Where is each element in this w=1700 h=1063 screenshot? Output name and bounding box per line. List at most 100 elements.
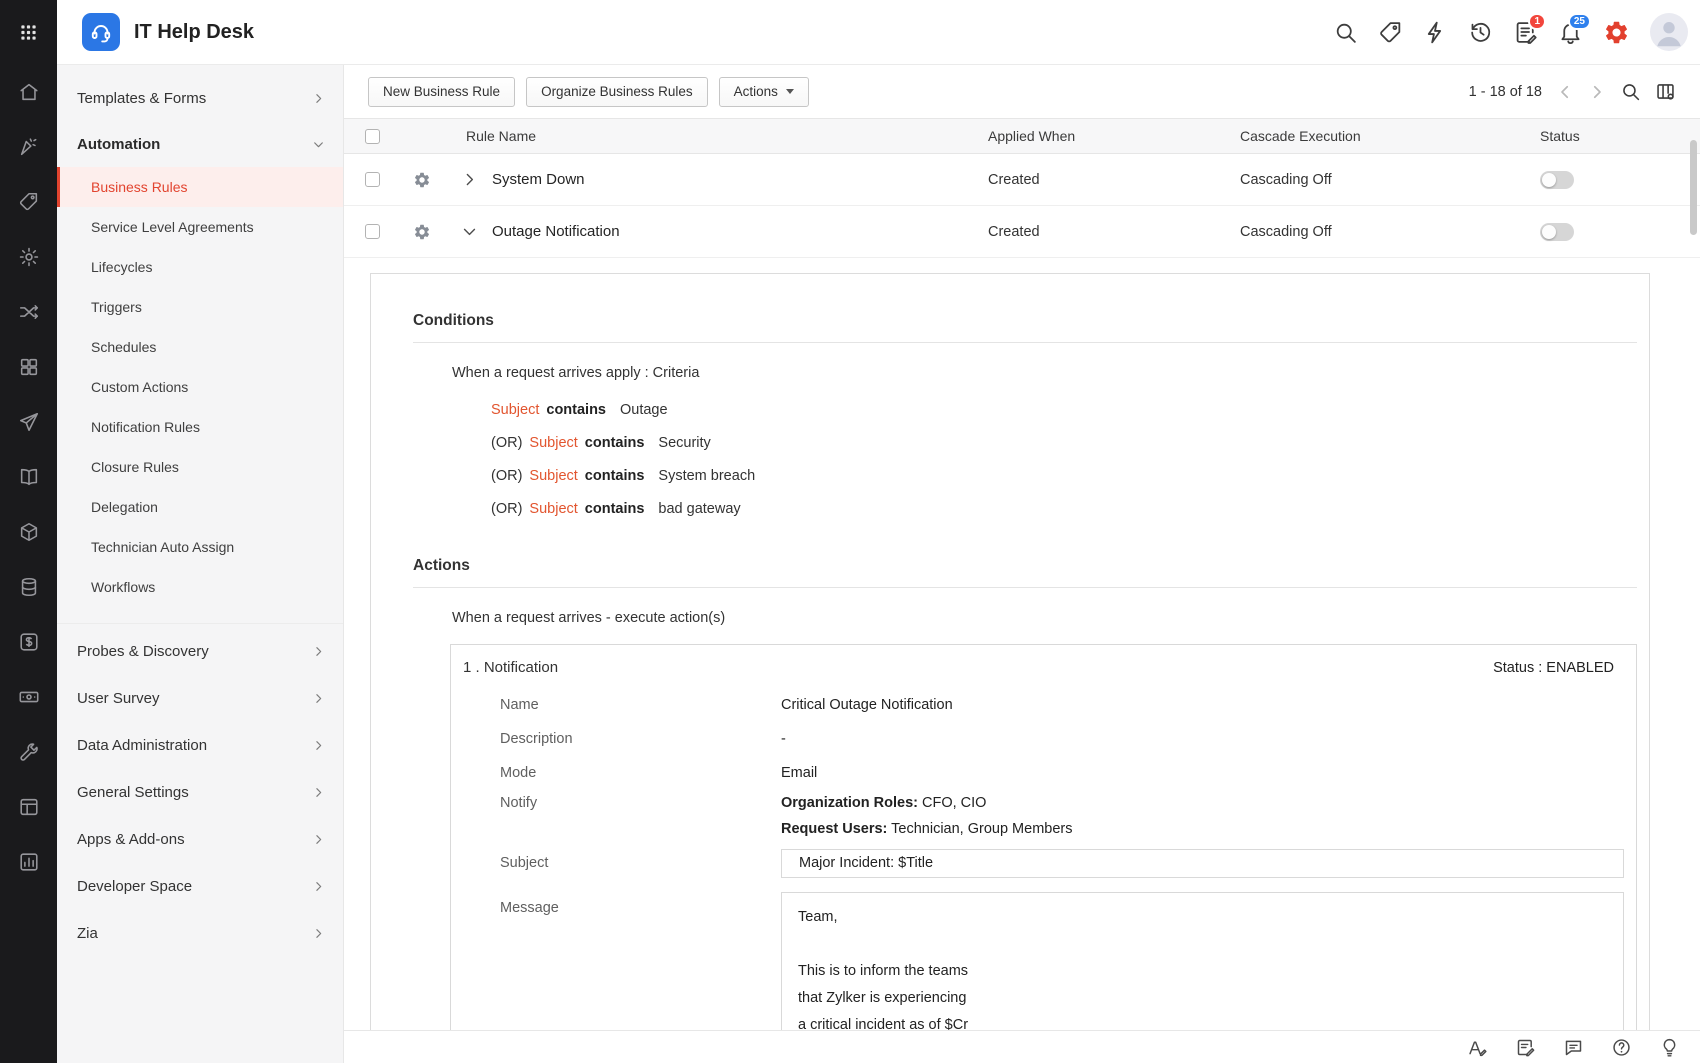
- notification-name-value: Critical Outage Notification: [781, 697, 1624, 713]
- sidebar-item-lifecycles[interactable]: Lifecycles: [57, 247, 343, 287]
- divider: [413, 587, 1637, 588]
- prev-page-icon[interactable]: [1556, 83, 1574, 101]
- help-icon[interactable]: [1611, 1037, 1632, 1058]
- user-avatar[interactable]: [1650, 13, 1688, 51]
- actions-dropdown-button[interactable]: Actions: [719, 77, 809, 107]
- database-icon[interactable]: [18, 576, 40, 598]
- conditions-intro: When a request arrives apply : Criteria: [413, 365, 1637, 381]
- sidebar-item-developer-space[interactable]: Developer Space: [57, 863, 343, 910]
- applied-when-value: Created: [984, 224, 1236, 240]
- automation-gear-icon[interactable]: [18, 246, 40, 268]
- recent-history-icon[interactable]: [1468, 20, 1493, 45]
- sidebar-item-general-settings[interactable]: General Settings: [57, 769, 343, 816]
- announcements-script-icon[interactable]: 1: [1513, 20, 1538, 45]
- criteria-operator: contains: [585, 435, 645, 451]
- sidebar-item-service-level-agreements[interactable]: Service Level Agreements: [57, 207, 343, 247]
- rule-name[interactable]: System Down: [484, 171, 984, 188]
- sidebar-item-workflows[interactable]: Workflows: [57, 567, 343, 607]
- sidebar-item-schedules[interactable]: Schedules: [57, 327, 343, 367]
- header-cascade-execution: Cascade Execution: [1236, 128, 1536, 144]
- select-all-checkbox[interactable]: [365, 129, 380, 144]
- toolbar-right: 1 - 18 of 18: [1469, 81, 1676, 102]
- sidebar-item-custom-actions[interactable]: Custom Actions: [57, 367, 343, 407]
- row-gear-icon[interactable]: [413, 223, 431, 241]
- next-page-icon[interactable]: [1588, 83, 1606, 101]
- feedback-chat-icon[interactable]: [1563, 1037, 1584, 1058]
- sidebar-item-probes-discovery[interactable]: Probes & Discovery: [57, 628, 343, 675]
- settings-gear-icon[interactable]: [1603, 19, 1630, 46]
- compose-note-icon[interactable]: [1515, 1037, 1536, 1058]
- sidebar-item-data-administration[interactable]: Data Administration: [57, 722, 343, 769]
- divider: [413, 342, 1637, 343]
- announcements-badge: 1: [1528, 13, 1546, 30]
- sidebar-item-apps-addons[interactable]: Apps & Add-ons: [57, 816, 343, 863]
- sidebar-item-closure-rules[interactable]: Closure Rules: [57, 447, 343, 487]
- conditions-heading: Conditions: [413, 274, 1637, 330]
- rule-detail-panel: Conditions When a request arrives apply …: [370, 273, 1650, 1063]
- whats-new-tag-icon[interactable]: [1378, 20, 1403, 45]
- notifications-bell-icon[interactable]: 25: [1558, 20, 1583, 45]
- list-search-icon[interactable]: [1620, 81, 1641, 102]
- cashflow-icon[interactable]: [18, 686, 40, 708]
- sidebar-item-zia[interactable]: Zia: [57, 910, 343, 957]
- rule-name[interactable]: Outage Notification: [484, 223, 984, 240]
- sidebar-item-templates-forms[interactable]: Templates & Forms: [57, 75, 343, 121]
- launch-plane-icon[interactable]: [18, 411, 40, 433]
- vertical-scrollbar-thumb[interactable]: [1690, 140, 1697, 235]
- app-logo-headset-icon[interactable]: [82, 13, 120, 51]
- criteria-list: Subject contains Outage (OR) Subject con…: [413, 393, 1637, 525]
- row-gear-icon[interactable]: [413, 171, 431, 189]
- tools-wrench-icon[interactable]: [18, 741, 40, 763]
- status-toggle-off[interactable]: [1540, 171, 1574, 189]
- new-business-rule-button[interactable]: New Business Rule: [368, 77, 515, 107]
- cascade-value: Cascading Off: [1236, 224, 1536, 240]
- quick-actions-lightning-icon[interactable]: [1423, 20, 1448, 45]
- chevron-right-icon: [312, 880, 325, 893]
- integrations-shuffle-icon[interactable]: [18, 301, 40, 323]
- expand-chevron-right-icon[interactable]: [461, 171, 478, 188]
- tags-icon[interactable]: [18, 191, 40, 213]
- sidebar-item-automation[interactable]: Automation: [57, 121, 343, 167]
- actions-intro: When a request arrives - execute action(…: [413, 610, 1637, 626]
- knowledge-book-icon[interactable]: [18, 466, 40, 488]
- bottom-utility-bar: [344, 1030, 1700, 1063]
- sidebar-item-technician-auto-assign[interactable]: Technician Auto Assign: [57, 527, 343, 567]
- sidebar-item-business-rules[interactable]: Business Rules: [57, 167, 343, 207]
- field-row-notify: Notify Organization Roles: CFO, CIO Requ…: [463, 790, 1624, 842]
- criteria-value: System breach: [658, 468, 755, 484]
- notify-roles-line: Organization Roles: CFO, CIO: [781, 790, 1624, 816]
- customization-icon[interactable]: [18, 136, 40, 158]
- layout-board-icon[interactable]: [18, 796, 40, 818]
- sidebar-item-triggers[interactable]: Triggers: [57, 287, 343, 327]
- column-chooser-icon[interactable]: [1655, 81, 1676, 102]
- status-toggle-off[interactable]: [1540, 223, 1574, 241]
- notifications-badge: 25: [1568, 13, 1591, 30]
- sidebar-item-notification-rules[interactable]: Notification Rules: [57, 407, 343, 447]
- notification-status: Status : ENABLED: [1493, 660, 1624, 676]
- criteria-field: Subject: [529, 468, 577, 484]
- sidebar-item-user-survey[interactable]: User Survey: [57, 675, 343, 722]
- translate-edit-icon[interactable]: [1467, 1037, 1488, 1058]
- header-applied-when: Applied When: [984, 128, 1236, 144]
- home-icon[interactable]: [18, 81, 40, 103]
- search-icon[interactable]: [1333, 20, 1358, 45]
- collapse-chevron-down-icon[interactable]: [461, 223, 478, 240]
- chevron-right-icon: [312, 833, 325, 846]
- criteria-row: (OR) Subject contains bad gateway: [491, 492, 1637, 525]
- smart-bulb-icon[interactable]: [1659, 1037, 1680, 1058]
- criteria-operator: contains: [585, 468, 645, 484]
- topbar-actions: 1 25: [1333, 13, 1700, 51]
- modules-grid-icon[interactable]: [18, 356, 40, 378]
- row-checkbox[interactable]: [365, 224, 380, 239]
- subject-field: Major Incident: $Title: [781, 849, 1624, 878]
- chevron-down-icon: [312, 138, 325, 151]
- billing-dollar-icon[interactable]: [18, 631, 40, 653]
- criteria-value: Security: [658, 435, 710, 451]
- package-box-icon[interactable]: [18, 521, 40, 543]
- sidebar-item-delegation[interactable]: Delegation: [57, 487, 343, 527]
- criteria-operator: contains: [585, 501, 645, 517]
- app-grid-icon[interactable]: [19, 0, 38, 65]
- row-checkbox[interactable]: [365, 172, 380, 187]
- organize-business-rules-button[interactable]: Organize Business Rules: [526, 77, 708, 107]
- analytics-chart-icon[interactable]: [18, 851, 40, 873]
